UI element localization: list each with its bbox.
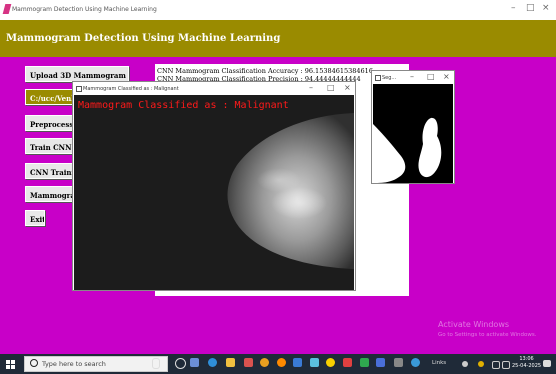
segmentation-titlebar: Seg... – □ × xyxy=(372,71,454,84)
mammogram-image: Mammogram Classified as : Malignant xyxy=(74,95,354,290)
window-icon xyxy=(375,75,381,81)
app-icon[interactable] xyxy=(360,358,369,367)
segmentation-image xyxy=(373,84,453,183)
weather-icon[interactable] xyxy=(478,361,484,367)
accuracy-line: CNN Mammogram Classification Accuracy : … xyxy=(157,67,373,75)
minimize-icon[interactable]: – xyxy=(309,83,313,92)
activate-windows-title: Activate Windows xyxy=(438,320,510,329)
close-icon[interactable]: × xyxy=(443,72,450,81)
search-icon xyxy=(30,359,38,367)
app-icon[interactable] xyxy=(244,358,253,367)
mammogram-result-window[interactable]: Mammogram Classified as : Malignant – □ … xyxy=(72,81,356,291)
window-title: Mammogram Detection Using Machine Learni… xyxy=(12,6,157,13)
banner-title: Mammogram Detection Using Machine Learni… xyxy=(6,33,281,44)
app-banner: Mammogram Detection Using Machine Learni… xyxy=(0,20,556,57)
app-icon[interactable] xyxy=(343,358,352,367)
taskbar-clock[interactable]: 13:06 25-04-2025 xyxy=(512,356,541,370)
task-view-icon[interactable] xyxy=(175,358,186,369)
mammogram-classify-button[interactable]: Mammogram xyxy=(25,186,73,202)
chrome-icon[interactable] xyxy=(260,358,269,367)
breast-scan-image xyxy=(74,95,354,290)
edge-browser-icon[interactable] xyxy=(208,358,217,367)
result-titlebar: Mammogram Classified as : Malignant – □ … xyxy=(73,82,355,95)
dataset-path-label: C:/ucc/Venkat xyxy=(25,89,73,105)
user-icon[interactable] xyxy=(462,361,468,367)
exit-button[interactable]: Exit xyxy=(25,210,45,226)
microphone-icon[interactable] xyxy=(152,358,160,369)
app-icon[interactable] xyxy=(376,358,385,367)
app-icon[interactable] xyxy=(326,358,335,367)
app-icon[interactable] xyxy=(394,358,403,367)
app-icon[interactable] xyxy=(190,358,199,367)
activate-windows-subtitle: Go to Settings to activate Windows. xyxy=(438,332,537,338)
tray-links[interactable]: Links xyxy=(432,360,446,366)
segmentation-title: Seg... xyxy=(382,75,397,81)
window-titlebar: Mammogram Detection Using Machine Learni… xyxy=(0,0,556,20)
maximize-icon[interactable]: □ xyxy=(427,72,435,81)
maximize-icon[interactable]: □ xyxy=(526,3,535,13)
minimize-icon[interactable]: – xyxy=(511,3,516,13)
classification-result-text: Mammogram Classified as : Malignant xyxy=(78,100,289,111)
notification-icon[interactable] xyxy=(543,360,551,367)
app-icon[interactable] xyxy=(310,358,319,367)
firefox-icon[interactable] xyxy=(277,358,286,367)
app-icon[interactable] xyxy=(293,358,302,367)
preprocess-button[interactable]: Preprocess Da xyxy=(25,115,73,131)
clock-date: 25-04-2025 xyxy=(512,363,542,369)
upload-dataset-button[interactable]: Upload 3D Mammogram Dataset xyxy=(25,66,129,82)
maximize-icon[interactable]: □ xyxy=(327,83,335,92)
windows-start-icon[interactable] xyxy=(6,360,15,369)
window-icon xyxy=(76,86,82,92)
app-feather-icon xyxy=(2,4,12,14)
network-icon[interactable] xyxy=(492,361,500,369)
clock-time: 13:06 xyxy=(519,356,534,362)
segmentation-window[interactable]: Seg... – □ × xyxy=(371,70,455,184)
search-placeholder: Type here to search xyxy=(42,360,106,368)
close-icon[interactable]: × xyxy=(344,83,351,92)
file-explorer-icon[interactable] xyxy=(226,358,235,367)
result-window-title: Mammogram Classified as : Malignant xyxy=(83,86,179,92)
minimize-icon[interactable]: – xyxy=(410,72,414,81)
close-icon[interactable]: × xyxy=(542,3,550,13)
volume-icon[interactable] xyxy=(502,361,510,369)
python-icon[interactable] xyxy=(411,358,420,367)
cnn-training-graph-button[interactable]: CNN Training xyxy=(25,163,73,179)
segmentation-mask xyxy=(373,84,453,183)
train-cnn-button[interactable]: Train CNN Al xyxy=(25,138,73,154)
